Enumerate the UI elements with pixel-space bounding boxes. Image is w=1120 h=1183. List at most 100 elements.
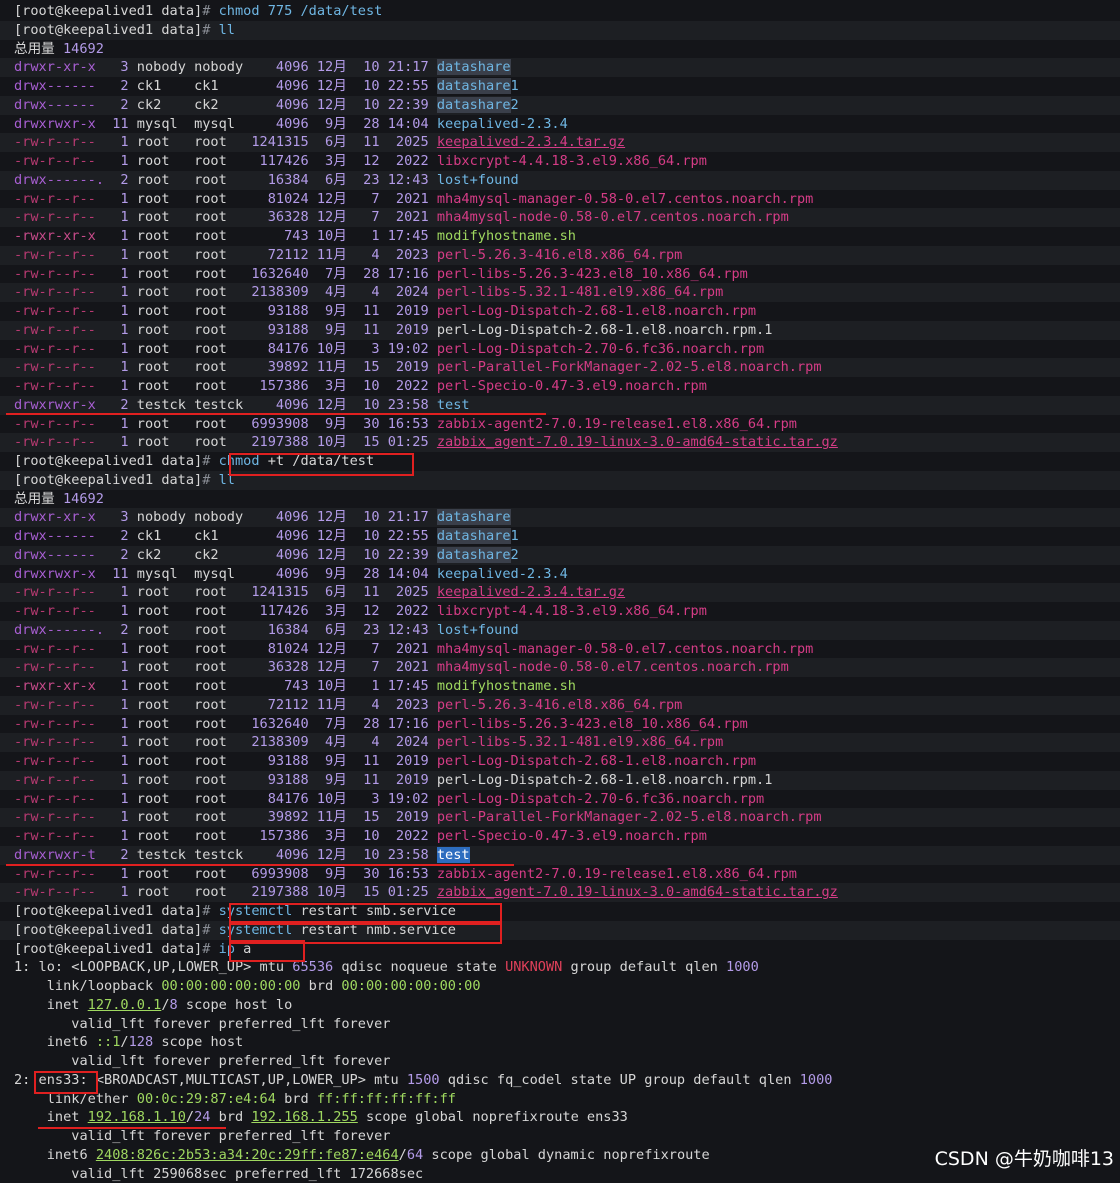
terminal-text-plain (309, 791, 317, 807)
terminal-text-plain (429, 59, 437, 75)
terminal-text-plain (96, 509, 121, 525)
terminal-text-plain: root root (128, 584, 252, 601)
terminal-text-dir: 2 (510, 96, 519, 113)
terminal-text-num: 1 (120, 696, 129, 713)
terminal-window[interactable]: [root@keepalived1 data]# chmod 775 /data… (0, 0, 1120, 1183)
terminal-text-num: 2197388 (251, 884, 309, 901)
terminal-text-prompt: [root@keepalived1 data] (14, 471, 203, 488)
terminal-text-num: 1 (120, 415, 129, 432)
terminal-text-num: 8 (169, 996, 178, 1013)
terminal-line: valid_lft forever preferred_lft forever (14, 1127, 1120, 1146)
terminal-text-num: 14692 (62, 40, 104, 57)
terminal-output: [root@keepalived1 data]# chmod 775 /data… (0, 2, 1120, 1183)
terminal-line: valid_lft forever preferred_lft forever (14, 1015, 1120, 1034)
terminal-text-date: 3月 10 2022 (316, 828, 429, 844)
terminal-text-plain: mysql mysql (128, 115, 276, 132)
terminal-line: drwxrwxr-x 11 mysql mysql 4096 9月 28 14:… (14, 115, 1120, 134)
terminal-text-perm-d: drwxr-xr-x (14, 59, 96, 76)
terminal-text-num: 16384 (267, 621, 309, 638)
terminal-line: drwx------. 2 root root 16384 6月 23 12:4… (0, 620, 1120, 640)
terminal-text-plain: valid_lft 259068sec preferred_lft 172668… (14, 1165, 424, 1182)
terminal-text-num: 72112 (267, 696, 309, 713)
terminal-text-num: 1 (120, 640, 129, 657)
terminal-text-num: 84176 (267, 340, 309, 357)
terminal-text-plain (309, 509, 317, 525)
terminal-text-plain (429, 303, 437, 319)
terminal-line: 2: ens33: <BROADCAST,MULTICAST,UP,LOWER_… (14, 1071, 1120, 1090)
terminal-text-num: 2 (120, 396, 129, 413)
terminal-line: -rw-r--r-- 1 root root 84176 10月 3 19:02… (14, 340, 1120, 359)
terminal-text-plain (309, 772, 317, 788)
terminal-text-num: 4096 (275, 565, 309, 582)
terminal-text-perm-x: -rwxr-xr-x (14, 228, 96, 244)
terminal-text-date: 10月 15 01:25 (316, 434, 429, 451)
terminal-text-plain (309, 584, 317, 600)
annotation-underline-inet-ip (38, 1127, 226, 1129)
terminal-text-num: 1 (120, 734, 129, 751)
terminal-text-date: 9月 30 16:53 (316, 865, 429, 882)
terminal-line: -rw-r--r-- 1 root root 93188 9月 11 2019 … (14, 302, 1120, 321)
terminal-text-num: 1 (120, 321, 129, 338)
terminal-line: -rw-r--r-- 1 root root 117426 3月 12 2022… (14, 602, 1120, 621)
terminal-text-perm-d: drwxrwxr-t (14, 846, 96, 863)
terminal-line: [root@keepalived1 data]# systemctl resta… (14, 902, 1120, 921)
terminal-text-greenu: 2408:826c:2b53:a34:20c:29ff:fe87:e464 (95, 1146, 399, 1163)
terminal-text-perm-f: -rw-r--r-- (14, 415, 96, 432)
terminal-text-date: 12月 7 2021 (316, 659, 429, 676)
terminal-text-plain (96, 791, 121, 807)
terminal-line: [root@keepalived1 data]# chmod +t /data/… (14, 452, 1120, 471)
terminal-text-date: 9月 30 16:53 (316, 415, 429, 432)
terminal-text-plain (96, 847, 121, 863)
terminal-text-plain (96, 697, 121, 713)
terminal-text-perm-f: -rw-r--r-- (14, 321, 96, 338)
terminal-text-num: 4096 (275, 546, 309, 563)
terminal-text-num: 2197388 (251, 434, 309, 451)
terminal-text-plain (96, 359, 121, 375)
terminal-text-plain (429, 584, 437, 600)
terminal-text-plain (96, 828, 121, 844)
terminal-text-plain: 总用量 (14, 40, 63, 57)
terminal-text-num: 64 (406, 1146, 424, 1163)
terminal-text-date: 9月 28 14:04 (316, 565, 429, 582)
terminal-text-plain: ck2 ck2 (128, 96, 276, 113)
terminal-line: -rw-r--r-- 1 root root 157386 3月 10 2022… (14, 827, 1120, 846)
terminal-text-plain (429, 622, 437, 638)
terminal-text-perm-f: -rw-r--r-- (14, 715, 96, 732)
terminal-text-plain: link/loopback (14, 978, 162, 994)
terminal-text-perm-d: drwxrwxr-x (14, 396, 96, 413)
terminal-text-plain: testck testck (128, 846, 276, 863)
terminal-text-plain: root root (128, 284, 252, 301)
terminal-text-date: 3月 10 2022 (316, 378, 429, 394)
terminal-text-plain (429, 753, 437, 769)
terminal-text-plain: root root (128, 246, 268, 263)
terminal-text-perm-f: -rw-r--r-- (14, 359, 96, 376)
terminal-text-perm-f: -rw-r--r-- (14, 659, 96, 676)
terminal-text-plain (309, 397, 317, 413)
terminal-text-plain (429, 266, 437, 282)
terminal-text-plain: ck2 ck2 (128, 546, 276, 563)
terminal-text-num: 2 (120, 528, 129, 544)
terminal-text-plain (96, 247, 121, 263)
terminal-text-plain: root root (128, 303, 268, 319)
terminal-text-plain (96, 341, 121, 357)
terminal-text-date: 7月 28 17:16 (316, 265, 429, 282)
terminal-text-plain (429, 153, 437, 169)
terminal-text-plain (429, 284, 437, 300)
terminal-text-perm-f: -rw-r--r-- (14, 190, 96, 207)
terminal-text-plain (96, 753, 121, 769)
terminal-text-num: 1 (120, 753, 129, 769)
terminal-text-plain: valid_lft forever preferred_lft forever (14, 1015, 391, 1032)
terminal-text-plain: / (185, 1109, 195, 1126)
terminal-text-plain: root root (128, 659, 268, 676)
terminal-text-num: 1000 (726, 959, 759, 976)
terminal-text-arg: +t /data/test (259, 453, 375, 469)
terminal-text-date: 12月 10 22:39 (316, 96, 429, 113)
terminal-text-num: 2138309 (251, 284, 309, 301)
terminal-text-num: 1 (120, 678, 129, 694)
terminal-text-plain (96, 322, 121, 338)
terminal-text-arch: keepalived-2.3.4.tar.gz (436, 584, 626, 601)
terminal-line: -rw-r--r-- 1 root root 2138309 4月 4 2024… (0, 283, 1120, 302)
terminal-text-num: 2 (120, 171, 129, 188)
terminal-text-green: ::1 (95, 1034, 121, 1051)
terminal-text-perm-f: -rw-r--r-- (14, 734, 96, 751)
